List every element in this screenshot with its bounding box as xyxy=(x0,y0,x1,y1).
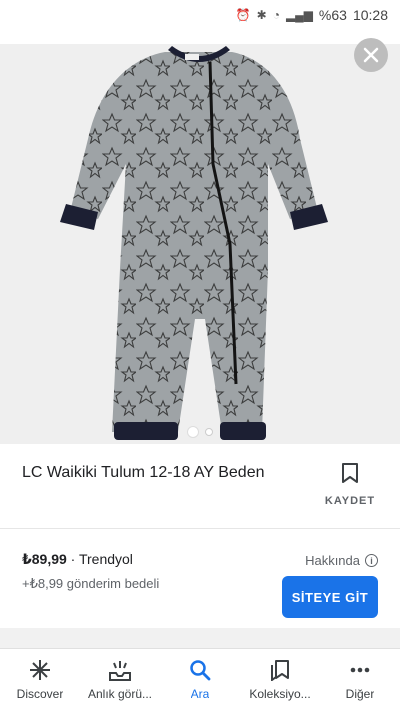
battery-percent: %63 xyxy=(318,7,347,23)
close-button[interactable] xyxy=(354,38,388,72)
updates-icon xyxy=(108,659,132,681)
nav-label: Anlık görü... xyxy=(87,687,153,701)
product-image-carousel[interactable] xyxy=(0,44,400,444)
save-button[interactable]: KAYDET xyxy=(320,462,380,507)
alarm-icon: ⏰ xyxy=(235,8,251,22)
collections-icon xyxy=(269,659,291,681)
nav-updates[interactable]: Anlık görü... xyxy=(80,649,160,711)
signal-icon: ▂▄▆ xyxy=(285,8,313,22)
bluetooth-icon: ✱ xyxy=(256,8,267,22)
nav-label: Koleksiyo... xyxy=(249,687,311,701)
bookmark-icon xyxy=(342,463,358,483)
more-icon xyxy=(349,659,371,681)
clock: 10:28 xyxy=(352,7,388,23)
romper-image xyxy=(60,46,328,440)
nav-label: Diğer xyxy=(345,687,375,701)
wifi-icon: ◔ xyxy=(272,8,280,22)
search-icon xyxy=(189,659,211,681)
about-label: Hakkında xyxy=(305,553,360,568)
seller: · Trendyol xyxy=(70,551,133,567)
price: ₺89,99 xyxy=(22,551,67,567)
carousel-dot-active[interactable] xyxy=(187,426,199,438)
nav-more[interactable]: Diğer xyxy=(320,649,400,711)
status-bar: ⏰ ✱ ◔ ▂▄▆ %63 10:28 xyxy=(0,0,400,30)
carousel-indicator xyxy=(0,426,400,438)
about-link[interactable]: Hakkında i xyxy=(305,553,378,568)
product-title-section: LC Waikiki Tulum 12-18 AY Beden KAYDET xyxy=(0,444,400,528)
nav-discover[interactable]: Discover xyxy=(0,649,80,711)
close-icon xyxy=(363,47,379,63)
nav-label: Discover xyxy=(16,687,64,701)
nav-collections[interactable]: Koleksiyo... xyxy=(240,649,320,711)
info-icon: i xyxy=(365,554,378,567)
bottom-navigation: Discover Anlık görü... Ara Koleksiyo... … xyxy=(0,648,400,711)
nav-search[interactable]: Ara xyxy=(160,649,240,711)
save-label: KAYDET xyxy=(324,495,376,507)
asterisk-icon xyxy=(29,659,51,681)
visit-site-button[interactable]: SİTEYE GİT xyxy=(282,576,378,618)
carousel-dot[interactable] xyxy=(205,428,213,436)
section-spacer xyxy=(0,628,400,648)
offer-section: ₺89,99 · Trendyol +₺8,99 gönderim bedeli… xyxy=(0,529,400,629)
nav-label: Ara xyxy=(190,687,210,701)
